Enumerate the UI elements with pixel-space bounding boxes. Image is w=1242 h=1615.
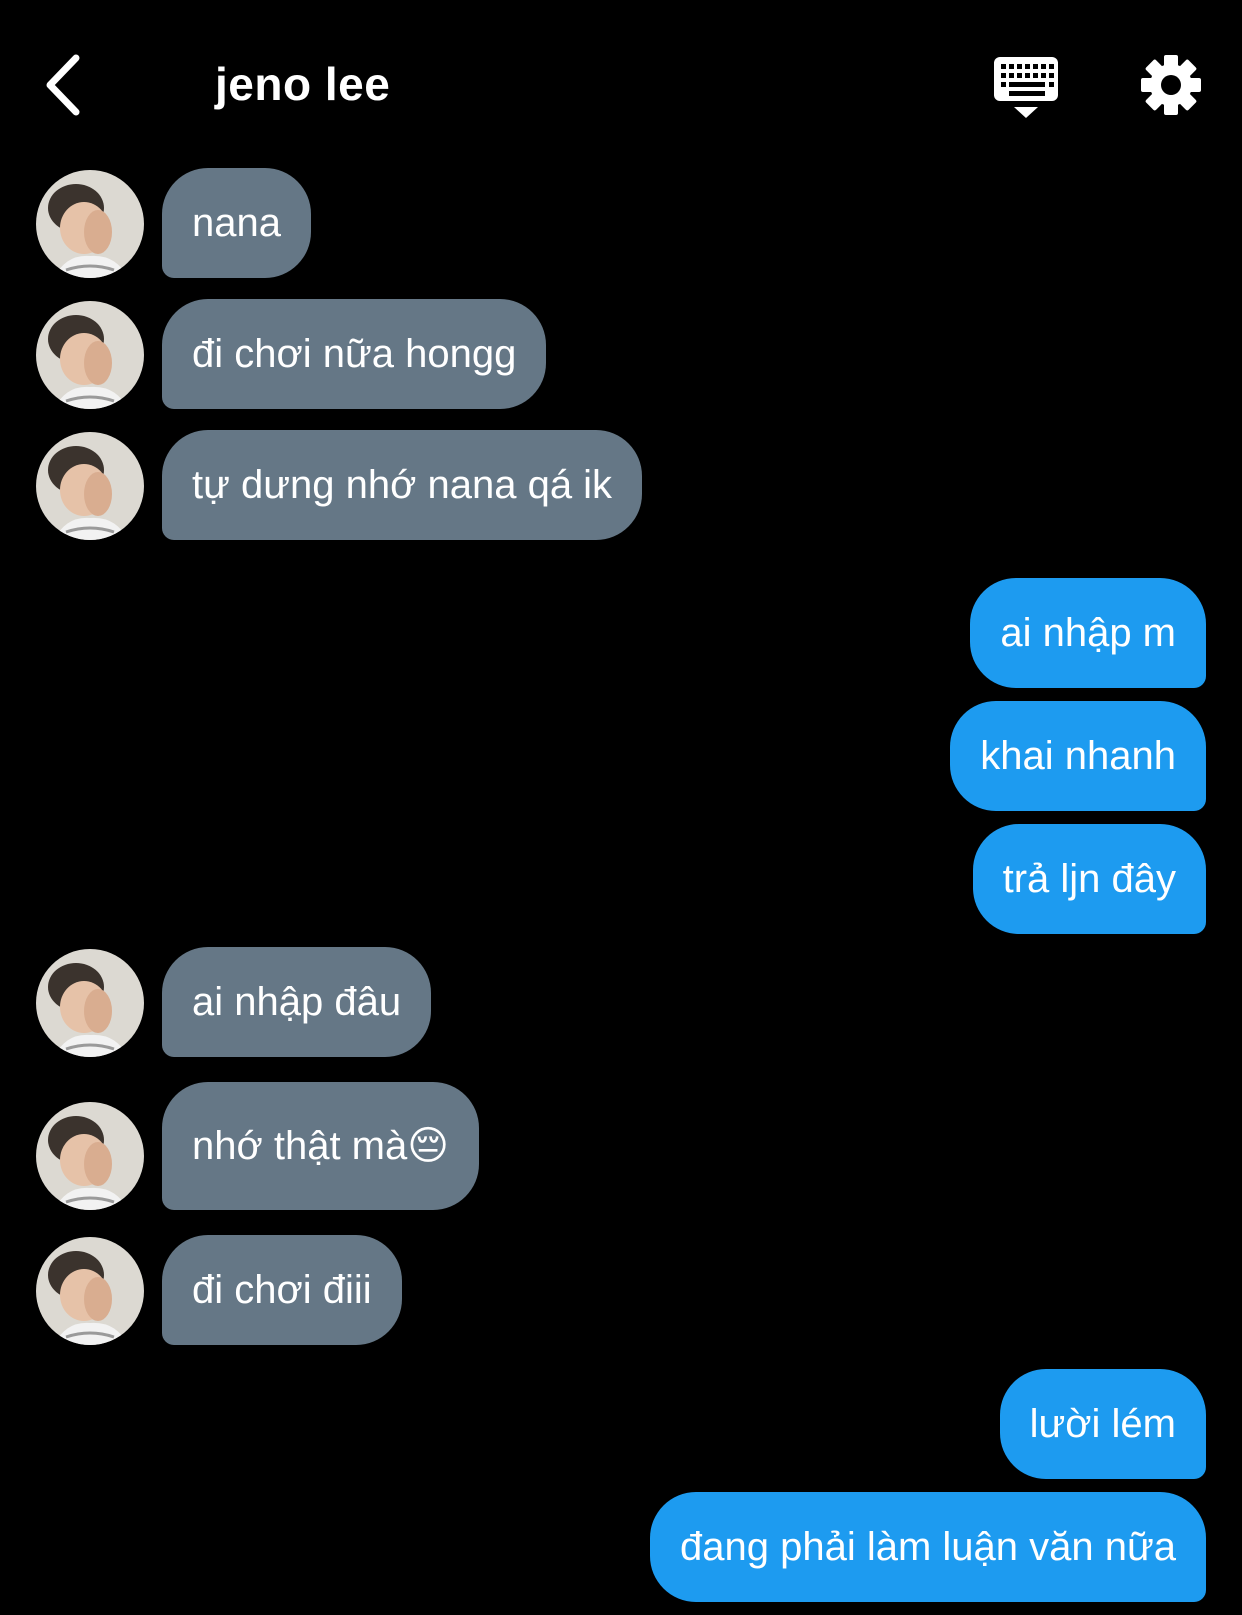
message-row: đi chơi điii: [0, 1235, 1242, 1345]
incoming-message-bubble[interactable]: nhớ thật mà😔: [162, 1082, 479, 1210]
keyboard-button[interactable]: [992, 55, 1062, 121]
avatar[interactable]: [36, 432, 144, 540]
message-row: đi chơi nữa hongg: [0, 299, 1242, 409]
outgoing-message-bubble[interactable]: khai nhanh: [950, 701, 1206, 811]
message-row: tự dưng nhớ nana qá ik: [0, 430, 1242, 540]
profile-photo: [36, 301, 144, 409]
message-row: ai nhập đâu: [0, 947, 1242, 1057]
incoming-message-bubble[interactable]: đi chơi điii: [162, 1235, 402, 1345]
message-row: nana: [0, 168, 1242, 278]
settings-button[interactable]: [1138, 52, 1204, 118]
incoming-message-bubble[interactable]: nana: [162, 168, 311, 278]
avatar[interactable]: [36, 170, 144, 278]
outgoing-message-bubble[interactable]: ai nhập m: [970, 578, 1206, 688]
message-row: đang phải làm luận văn nữa: [0, 1492, 1242, 1602]
message-row: trả ljn đây: [0, 824, 1242, 934]
chat-header: jeno lee: [0, 0, 1242, 170]
chevron-left-icon: [46, 54, 80, 116]
profile-photo: [36, 1102, 144, 1210]
incoming-message-bubble[interactable]: tự dưng nhớ nana qá ik: [162, 430, 643, 540]
outgoing-message-bubble[interactable]: đang phải làm luận văn nữa: [649, 1492, 1206, 1602]
profile-photo: [36, 432, 144, 540]
incoming-message-bubble[interactable]: ai nhập đâu: [162, 947, 432, 1057]
profile-photo: [36, 170, 144, 278]
conversation-title[interactable]: jeno lee: [215, 52, 390, 116]
avatar[interactable]: [36, 301, 144, 409]
avatar[interactable]: [36, 1237, 144, 1345]
back-button[interactable]: [40, 50, 90, 120]
profile-photo: [36, 1237, 144, 1345]
outgoing-message-bubble[interactable]: lười lém: [999, 1369, 1206, 1479]
outgoing-message-bubble[interactable]: trả ljn đây: [972, 824, 1206, 934]
keyboard-icon: [994, 57, 1058, 118]
avatar[interactable]: [36, 1102, 144, 1210]
avatar[interactable]: [36, 949, 144, 1057]
incoming-message-bubble[interactable]: đi chơi nữa hongg: [162, 299, 547, 409]
message-row: lười lém: [0, 1369, 1242, 1479]
gear-icon: [1141, 55, 1201, 115]
message-row: ai nhập m: [0, 578, 1242, 688]
message-row: nhớ thật mà😔: [0, 1082, 1242, 1210]
profile-photo: [36, 949, 144, 1057]
message-row: khai nhanh: [0, 701, 1242, 811]
